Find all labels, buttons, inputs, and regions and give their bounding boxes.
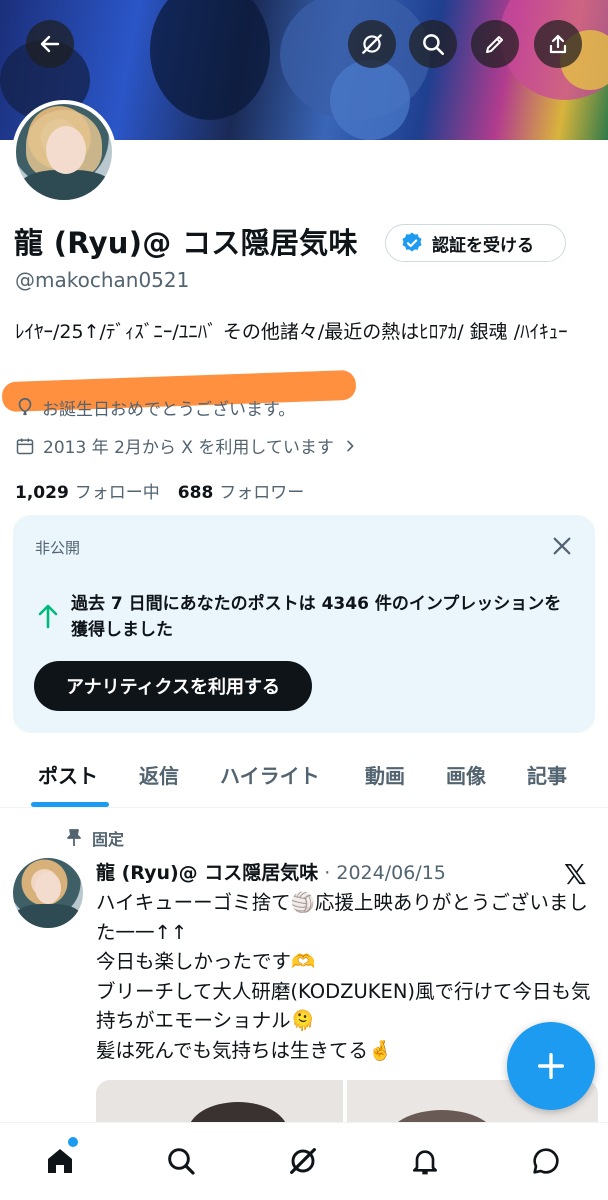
plus-icon xyxy=(537,1052,565,1080)
private-label: 非公開 xyxy=(35,539,81,557)
birthday-row: お誕生日おめでとうございます。 xyxy=(14,391,295,423)
following-link[interactable]: 1,029 フォロー中 xyxy=(15,478,160,503)
following-label: フォロー中 xyxy=(74,483,160,503)
back-button[interactable] xyxy=(26,20,74,68)
close-icon xyxy=(553,537,571,555)
tab-articles[interactable]: 記事 xyxy=(527,760,567,789)
tab-images[interactable]: 画像 xyxy=(446,760,486,789)
get-verified-label: 認証を受ける xyxy=(432,235,534,256)
chevron-right-icon xyxy=(347,440,354,451)
analytics-card: 非公開 過去 7 日間にあなたのポストは 4346 件のインプレッションを獲得し… xyxy=(13,515,595,733)
nav-grok[interactable] xyxy=(283,1141,323,1181)
tab-posts[interactable]: ポスト xyxy=(38,760,98,789)
search-icon xyxy=(168,1148,195,1175)
profile-handle: @makochan0521 xyxy=(15,268,190,292)
balloon-icon xyxy=(18,397,32,416)
post-header: 龍 (Ryu)@ コス隠居気味 · 2024/06/15 xyxy=(96,858,446,885)
post-line: ハイキューーゴミ捨て🏐応援上映ありがとうございました一一↑↑ xyxy=(96,891,588,944)
followers-count: 688 xyxy=(177,483,214,503)
get-verified-button[interactable]: 認証を受ける xyxy=(385,224,566,262)
nav-messages[interactable] xyxy=(526,1141,566,1181)
nav-notifications[interactable] xyxy=(405,1141,445,1181)
active-tab-indicator xyxy=(31,802,109,807)
messages-icon xyxy=(533,1148,559,1174)
follow-counts: 1,029 フォロー中 688 フォロワー xyxy=(15,478,304,503)
pinned-indicator: 固定 xyxy=(66,826,124,850)
back-arrow-icon xyxy=(40,35,60,53)
tab-highlights[interactable]: ハイライト xyxy=(220,760,320,789)
post-date[interactable]: · 2024/06/15 xyxy=(324,862,446,884)
post-author-avatar[interactable] xyxy=(13,858,83,928)
close-card-button[interactable] xyxy=(551,535,573,561)
profile-avatar[interactable] xyxy=(12,100,116,204)
profile-name: 龍 (Ryu)@ コス隠居気味 xyxy=(14,226,358,260)
edit-button[interactable] xyxy=(471,20,519,68)
notification-dot xyxy=(68,1137,78,1147)
joined-date-row[interactable]: 2013 年 2月から X を利用しています xyxy=(15,433,358,458)
verified-badge-icon xyxy=(402,232,422,252)
tab-replies[interactable]: 返信 xyxy=(139,760,179,789)
followers-link[interactable]: 688 フォロワー xyxy=(178,478,305,503)
pin-icon xyxy=(67,829,81,846)
following-count: 1,029 xyxy=(15,483,69,503)
calendar-icon xyxy=(16,438,34,454)
impressions-message: 過去 7 日間にあなたのポストは 4346 件のインプレッションを獲得しました xyxy=(71,594,562,640)
profile-tabs: ポスト 返信 ハイライト 動画 画像 記事 xyxy=(0,746,608,808)
post-line: 今日も楽しかったです🫶 xyxy=(96,950,316,973)
home-icon xyxy=(48,1149,72,1173)
pinned-label: 固定 xyxy=(92,830,125,849)
grok-icon xyxy=(290,1148,316,1174)
post-line: ブリーチして大人研磨(KODZUKEN)風で行けて今日も気持ちがエモーショナル🫠 xyxy=(96,979,591,1033)
search-button[interactable] xyxy=(409,20,457,68)
tab-videos[interactable]: 動画 xyxy=(365,760,405,789)
bottom-navigation xyxy=(0,1122,608,1200)
nav-home[interactable] xyxy=(40,1141,80,1181)
compose-post-button[interactable] xyxy=(507,1022,595,1110)
share-button[interactable] xyxy=(534,20,582,68)
use-analytics-button[interactable]: アナリティクスを利用する xyxy=(34,661,312,711)
birthday-text: お誕生日おめでとうございます。 xyxy=(42,399,296,420)
share-icon xyxy=(549,34,567,54)
nav-search[interactable] xyxy=(161,1141,201,1181)
followers-label: フォロワー xyxy=(219,483,305,503)
x-logo-icon: 𝕏 xyxy=(564,858,587,891)
trend-up-arrow-icon xyxy=(37,603,59,633)
post-author-name[interactable]: 龍 (Ryu)@ コス隠居気味 xyxy=(96,858,318,885)
profile-bio: ﾚｲﾔｰ/25↑/ﾃﾞｨｽﾞﾆｰ/ﾕﾆﾊﾞ その他諸々/最近の熱はﾋﾛｱｶ/ 銀… xyxy=(15,321,568,343)
edit-pencil-icon xyxy=(486,36,503,53)
grok-button[interactable] xyxy=(348,20,396,68)
grok-icon xyxy=(362,34,382,54)
joined-text: 2013 年 2月から X を利用しています xyxy=(43,438,334,458)
bell-icon xyxy=(413,1150,437,1175)
search-icon xyxy=(423,34,445,56)
